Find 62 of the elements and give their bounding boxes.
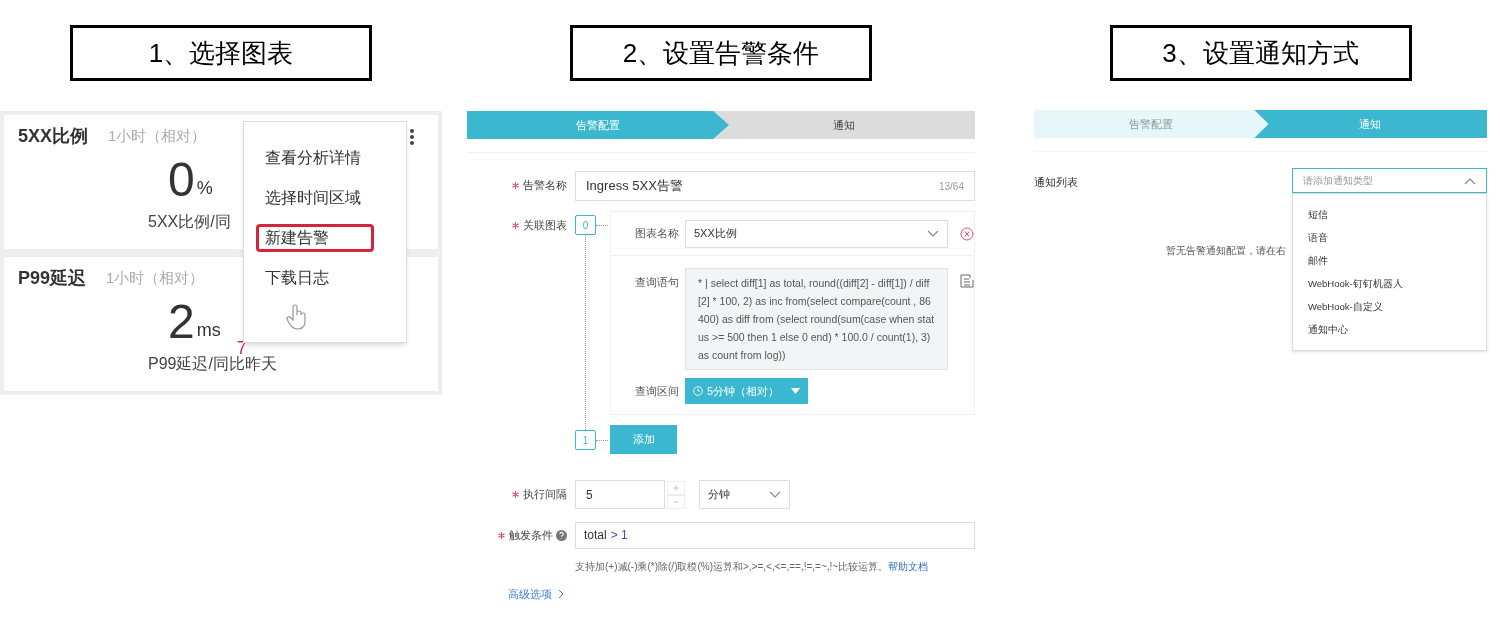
input-value: Ingress 5XX告警 [586,177,683,196]
index-tag: 0 [575,215,596,235]
help-link[interactable]: 帮助文档 [888,561,929,572]
caret-icon [791,388,801,394]
select-value: 分钟 [708,487,730,503]
chevron-down-icon [769,490,781,499]
index-tag: 1 [575,430,596,450]
menu-item[interactable]: 查看分析详情 [256,144,374,172]
field-label: 图表名称 [635,226,679,242]
metric-caption: 5XX比例/同 [148,212,231,232]
field-label: 查询语句 [635,275,679,290]
field-label: 查询区间 [635,383,679,399]
dropdown-option[interactable]: 通知中心 [1308,321,1486,338]
metric-value: 0 [168,152,195,208]
chart-select[interactable]: 5XX比例 [685,219,948,248]
remove-icon[interactable] [960,226,974,241]
menu-item[interactable]: 下载日志 [256,264,374,292]
field-label: 通知列表 [1034,175,1078,190]
step-heading: 3、设置通知方式 [1109,25,1412,81]
chevron-down-icon [927,229,939,238]
condition-input[interactable]: total > 1 [575,521,975,549]
step-heading: 1、选择图表 [70,25,372,81]
select-placeholder: 请添加通知类型 [1303,174,1373,188]
hint-text: 支持加(+)减(-)乘(*)除(/)取模(%)运算和>,>=,<,<=,==,!=,=~,!~比较运算。帮助文档 [575,560,929,574]
field-label: 触发条件 [509,527,553,543]
unit-select[interactable]: 分钟 [699,480,790,509]
name-input[interactable]: Ingress 5XX告警 13/64 [575,171,975,201]
chevron-right-icon [558,589,564,600]
field-label: 告警名称 [523,177,567,193]
query-textarea[interactable]: * | select diff[1] as total, round((diff[2] - diff[1]) / diff[2] * 100, 2) as inc from(select compare(count , 86400) as diff from (select round(sum(case when status >= 500 then 1 else 0 end) * 100.0 / count(1), 3) as count from log)) [685,268,948,370]
select-value: 5XX比例 [694,226,737,242]
edit-icon[interactable] [960,274,974,288]
card-title: P99延迟 [18,267,87,290]
dropdown-option[interactable]: WebHook-自定义 [1308,298,1486,315]
metric-caption: P99延迟/同比昨天 [148,354,277,374]
char-counter: 13/64 [938,179,964,194]
metric-unit: ms [196,319,221,342]
menu-item[interactable]: 选择时间区域 [256,184,374,212]
step-heading: 2、设置告警条件 [570,25,872,81]
empty-message: 暂无告警通知配置，请在右 [1166,245,1286,256]
menu-item[interactable]: 新建告警 [256,224,374,252]
dropdown-option[interactable]: 短信 [1308,206,1486,223]
help-icon[interactable] [556,529,567,541]
interval-input[interactable]: 5 [575,480,665,509]
dropdown-option[interactable]: 语音 [1308,229,1486,246]
field-label: 执行间隔 [523,487,567,503]
clock-icon [693,386,703,396]
condition-operator: > 1 [610,527,628,544]
more-icon[interactable] [410,128,414,145]
chevron-up-icon [1464,176,1476,185]
card-title: 5XX比例 [18,125,89,148]
dropdown-option[interactable]: WebHook-钉钉机器人 [1308,275,1486,292]
hand-cursor-icon [286,304,308,330]
metric-unit: % [196,177,213,200]
dropdown-option[interactable]: 邮件 [1308,252,1486,269]
step-tab[interactable]: 通知 [713,111,975,139]
time-range: 1小时（相对） [106,268,205,289]
metric-value: 2 [168,294,195,350]
field-label: 关联图表 [523,217,567,233]
advanced-options-link[interactable]: 高级选项 [508,586,564,603]
time-range: 1小时（相对） [108,126,207,147]
condition-field: total [584,526,607,544]
